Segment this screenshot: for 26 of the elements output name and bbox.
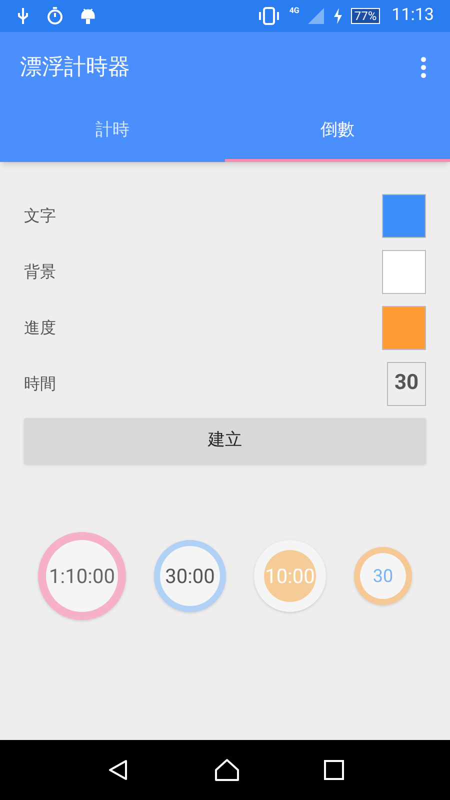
stopwatch-icon xyxy=(46,7,64,25)
charging-icon xyxy=(333,8,344,24)
color-swatch[interactable] xyxy=(382,306,426,350)
time-value[interactable]: 30 xyxy=(387,362,426,406)
color-swatch[interactable] xyxy=(382,194,426,238)
home-icon[interactable] xyxy=(214,758,240,782)
battery-level: 77% xyxy=(351,8,380,24)
usb-icon xyxy=(16,7,30,25)
setting-label: 進度 xyxy=(24,317,57,339)
signal-icon xyxy=(307,7,326,25)
color-swatch[interactable] xyxy=(382,250,426,294)
clock: 11:13 xyxy=(392,4,434,28)
back-icon[interactable] xyxy=(106,758,130,782)
timer-text: 1:10:00 xyxy=(49,563,115,590)
network-type: 4G xyxy=(289,5,300,18)
setting-label: 時間 xyxy=(24,373,57,395)
android-icon xyxy=(80,7,96,25)
timer-text: 30 xyxy=(372,564,394,588)
vibrate-icon xyxy=(257,7,282,25)
setting-label: 背景 xyxy=(24,261,57,283)
timer-text: 10:00 xyxy=(265,563,315,590)
setting-label: 文字 xyxy=(24,205,57,227)
app-title: 漂浮計時器 xyxy=(20,54,131,82)
recents-icon[interactable] xyxy=(324,760,344,780)
create-button[interactable]: 建立 xyxy=(24,418,426,464)
timer-text: 30:00 xyxy=(165,563,215,590)
